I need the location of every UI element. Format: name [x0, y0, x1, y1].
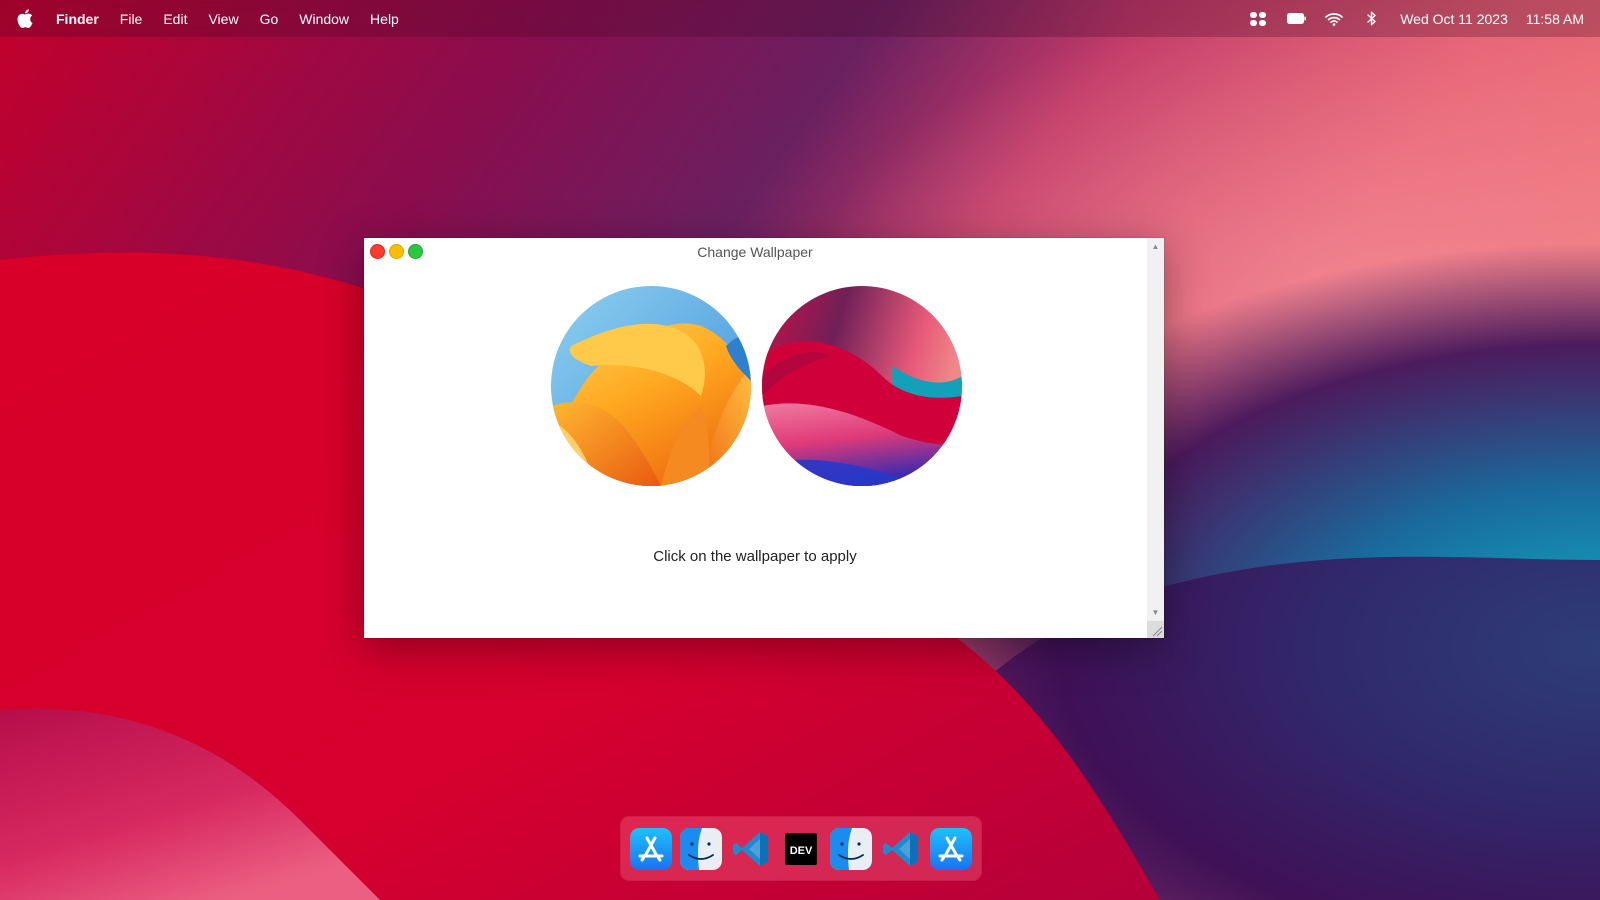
- menu-bar: Finder File Edit View Go Window Help Wed…: [0, 0, 1600, 37]
- menu-view[interactable]: View: [208, 11, 238, 27]
- bluetooth-icon[interactable]: [1362, 9, 1382, 29]
- window-scrollbar[interactable]: ▲ ▼: [1147, 238, 1164, 638]
- dev-icon[interactable]: DEV: [780, 828, 822, 870]
- menu-edit[interactable]: Edit: [163, 11, 187, 27]
- status-area: Wed Oct 11 2023 11:58 AM: [1230, 0, 1584, 37]
- change-wallpaper-window: Change Wallpaper Click on the wallpaper …: [364, 238, 1164, 638]
- vscode-icon[interactable]: [880, 828, 922, 870]
- big-sur-wallpaper-option[interactable]: [762, 286, 962, 486]
- scroll-down-arrow-icon[interactable]: ▼: [1147, 604, 1164, 620]
- control-center-icon[interactable]: [1248, 9, 1268, 29]
- menu-finder[interactable]: Finder: [56, 11, 99, 27]
- app-store-icon[interactable]: [630, 827, 672, 870]
- battery-icon[interactable]: [1286, 9, 1306, 29]
- app-store-icon[interactable]: [930, 827, 972, 870]
- wifi-icon[interactable]: [1324, 9, 1344, 29]
- window-title: Change Wallpaper: [697, 244, 813, 260]
- big-sur-thumbnail: [762, 286, 962, 486]
- ventura-thumbnail: [551, 286, 751, 486]
- desktop: Finder File Edit View Go Window Help Wed…: [0, 0, 1600, 900]
- resize-grip-icon[interactable]: [1147, 621, 1164, 638]
- menu-window[interactable]: Window: [299, 11, 349, 27]
- apply-hint-text: Click on the wallpaper to apply: [653, 548, 857, 565]
- date-text[interactable]: Wed Oct 11 2023: [1400, 11, 1508, 27]
- finder-icon[interactable]: [830, 827, 872, 870]
- scroll-up-arrow-icon[interactable]: ▲: [1147, 238, 1164, 254]
- menu-go[interactable]: Go: [260, 11, 279, 27]
- menu-file[interactable]: File: [120, 11, 143, 27]
- window-titlebar[interactable]: Change Wallpaper: [364, 238, 1146, 266]
- dev-label: DEV: [790, 845, 813, 857]
- finder-icon[interactable]: [680, 827, 722, 870]
- dock: DEV: [621, 817, 981, 880]
- time-text[interactable]: 11:58 AM: [1526, 11, 1584, 27]
- ventura-wallpaper-option[interactable]: [551, 286, 751, 486]
- menu-help[interactable]: Help: [370, 11, 399, 27]
- vscode-icon[interactable]: [730, 828, 772, 870]
- apple-logo-icon[interactable]: [14, 0, 36, 37]
